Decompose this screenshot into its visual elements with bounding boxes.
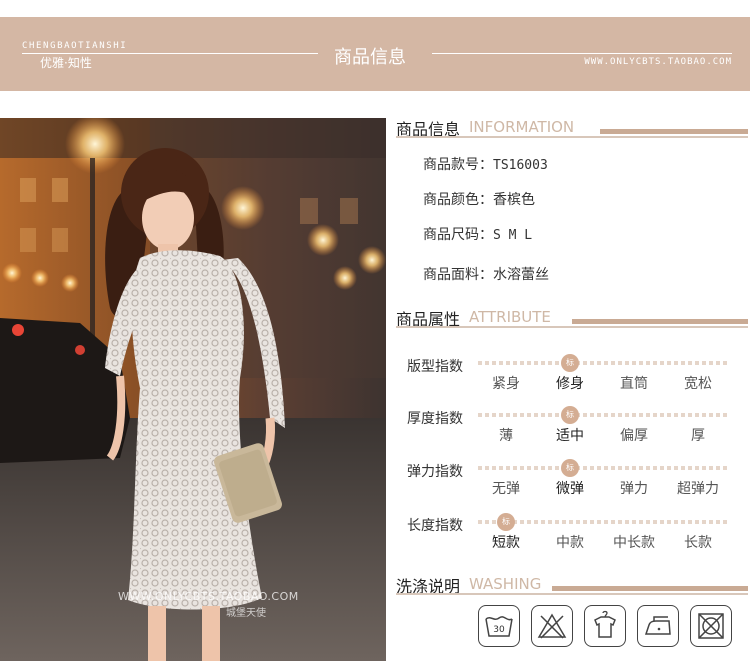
attribute-option: 宽松 — [684, 376, 712, 392]
attribute-label: 长度指数 — [407, 518, 463, 534]
attribute-label: 厚度指数 — [407, 411, 463, 427]
hang-dry-icon — [584, 605, 626, 647]
attribute-selected-marker: 标 — [561, 354, 579, 372]
shop-url: WWW.ONLYCBTS.TAOBAO.COM — [584, 57, 732, 67]
info-value: 水溶蕾丝 — [493, 267, 549, 283]
info-value: S M L — [493, 228, 533, 243]
info-label: 商品面料： — [423, 267, 493, 283]
washing-heading-en: WASHING — [469, 575, 542, 593]
attribute-heading-bar — [572, 319, 748, 324]
attribute-option: 超弹力 — [677, 481, 719, 497]
product-photo: WWW.ONLYCBTS.TAOBAO.COM 城堡天使 — [0, 118, 386, 661]
attribute-option: 修身 — [556, 376, 584, 392]
wash-temp-label: 30 — [493, 625, 505, 635]
info-label: 商品尺码： — [423, 227, 493, 243]
photo-watermark-url: WWW.ONLYCBTS.TAOBAO.COM — [118, 590, 299, 603]
info-label: 商品颜色： — [423, 192, 493, 208]
product-photo-illustration — [0, 118, 386, 661]
attribute-option: 弹力 — [620, 481, 648, 497]
banner-title: 商品信息 — [334, 47, 406, 68]
washing-heading: 洗涤说明 WASHING — [396, 573, 748, 596]
attribute-option: 适中 — [556, 428, 584, 444]
attribute-option: 偏厚 — [620, 428, 648, 444]
info-heading-bar — [600, 129, 748, 134]
info-row-fabric: 商品面料：水溶蕾丝 — [423, 264, 549, 284]
attribute-option: 微弹 — [556, 481, 584, 497]
attribute-option: 厚 — [691, 428, 705, 444]
info-value: TS16003 — [493, 158, 548, 173]
attribute-option: 中款 — [556, 535, 584, 551]
attribute-selected-marker: 标 — [561, 459, 579, 477]
iron-low-icon — [637, 605, 679, 647]
attribute-option: 紧身 — [492, 376, 520, 392]
header-banner: CHENGBAOTIANSHI 优雅·知性 商品信息 WWW.ONLYCBTS.… — [0, 17, 750, 91]
attribute-selected-marker: 标 — [497, 513, 515, 531]
washing-heading-underline — [396, 593, 748, 595]
attribute-option: 短款 — [492, 535, 520, 551]
info-row-size: 商品尺码：S M L — [423, 224, 532, 244]
attribute-scale — [478, 520, 727, 524]
banner-divider-left — [22, 53, 318, 54]
attribute-heading-underline — [396, 326, 748, 328]
attribute-heading: 商品属性 ATTRIBUTE — [396, 306, 748, 329]
attribute-option: 中长款 — [613, 535, 655, 551]
attribute-option: 长款 — [684, 535, 712, 551]
washing-heading-bar — [552, 586, 748, 591]
attribute-option: 无弹 — [492, 481, 520, 497]
brand-slogan: 优雅·知性 — [40, 56, 92, 70]
info-value: 香槟色 — [493, 192, 535, 208]
attribute-label: 版型指数 — [407, 359, 463, 375]
attribute-option: 薄 — [499, 428, 513, 444]
photo-watermark-brand: 城堡天使 — [226, 608, 266, 619]
attribute-scale — [478, 361, 727, 365]
no-tumble-dry-icon — [690, 605, 732, 647]
banner-divider-right — [432, 53, 732, 54]
info-heading-underline — [396, 136, 748, 138]
info-heading: 商品信息 INFORMATION — [396, 116, 748, 139]
attribute-label: 弹力指数 — [407, 464, 463, 480]
info-heading-en: INFORMATION — [469, 118, 575, 136]
brand-name-en: CHENGBAOTIANSHI — [22, 41, 128, 51]
attribute-option: 直筒 — [620, 376, 648, 392]
attribute-heading-en: ATTRIBUTE — [469, 308, 551, 326]
no-bleach-icon — [531, 605, 573, 647]
wash-30-icon: 30 — [478, 605, 520, 647]
attribute-scale — [478, 413, 727, 417]
info-label: 商品款号： — [423, 157, 493, 173]
attribute-selected-marker: 标 — [561, 406, 579, 424]
info-row-style-no: 商品款号：TS16003 — [423, 154, 548, 174]
attribute-scale — [478, 466, 727, 470]
info-row-color: 商品颜色：香槟色 — [423, 189, 535, 209]
